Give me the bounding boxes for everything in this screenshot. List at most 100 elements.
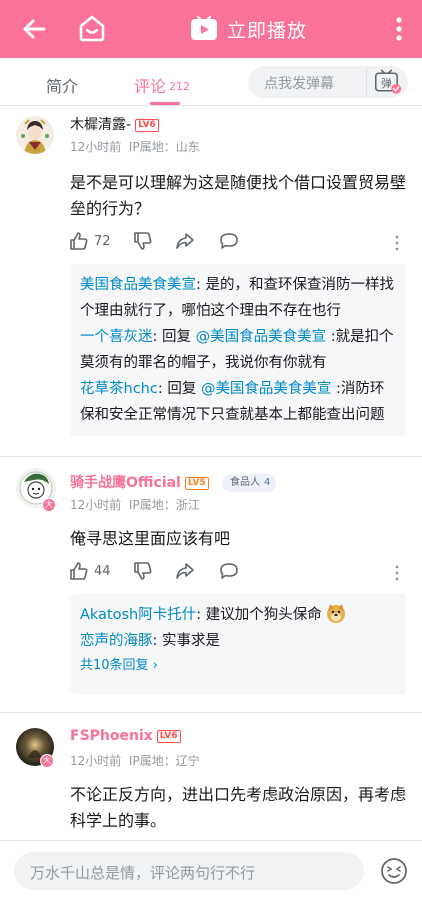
username-text: 骑手战鹰Official [70, 475, 181, 491]
comment-content: 是不是可以理解为这是随便找个借口设置贸易壁垒的行为？ [70, 173, 407, 218]
share-icon [176, 233, 194, 249]
comment-more-icon[interactable] [394, 234, 400, 252]
svg-text:弹: 弹 [381, 77, 392, 90]
reply-text: 实事求是 [162, 633, 220, 649]
like-count: 44 [94, 563, 111, 579]
reply-button[interactable] [218, 560, 240, 582]
play-now-button[interactable]: 立即播放 [190, 14, 307, 44]
comment-ip: IP属地：山东 [128, 140, 200, 154]
comment-item: 大 FSPhoenix LV6 12小时前 IP属地：辽宁 不论正反方向，进出口先… [0, 714, 422, 840]
comment-ip: IP属地：浙江 [128, 498, 200, 512]
reply-username[interactable]: Akatosh阿卡托什 [80, 607, 196, 623]
comment-divider [0, 456, 422, 457]
comment-meta: 12小时前 IP属地：山东 [70, 138, 200, 155]
play-now-label: 立即播放 [227, 19, 308, 42]
reply-preview-box[interactable]: 美国食品美食美宣: 是的，和查环保查消防一样找个理由就行了，哪怕这个理由不存在也… [70, 264, 406, 436]
comment-more-icon[interactable] [394, 564, 400, 582]
comment-item: 木樨清露- LV6 12小时前 IP属地：山东 是不是可以理解为这是随便找个借口设… [0, 106, 422, 456]
reply-prefix: 回复 [167, 381, 201, 397]
comment-username[interactable]: 骑手战鹰Official LV5 [70, 472, 209, 492]
comment-input-bar: 万水千山总是情，评论两句行不行 [0, 840, 422, 900]
like-count: 72 [94, 233, 111, 249]
reply-username[interactable]: 花草茶hchc [80, 381, 158, 397]
fan-medal-level: 4 [264, 477, 271, 488]
comment-actions: 72 [68, 230, 408, 256]
reply-mention[interactable]: @美国食品美食美宣 [201, 381, 332, 397]
vip-badge-icon: 大 [42, 498, 56, 512]
share-button[interactable] [174, 230, 196, 252]
top-bar: 立即播放 [0, 0, 422, 58]
danmaku-toggle-icon[interactable]: 弹 [366, 68, 404, 96]
video-play-icon [191, 16, 217, 40]
fan-medal-label: 食品人 [230, 477, 260, 488]
reply-sep: : [152, 329, 162, 345]
comment-item: 大 骑手战鹰Official LV5 食品人 4 12小时前 IP属地：浙江 俺寻思… [0, 458, 422, 712]
comment-ip: IP属地：辽宁 [128, 754, 200, 768]
dislike-button[interactable] [132, 230, 154, 252]
emoji-icon[interactable] [380, 857, 408, 885]
comment-divider [0, 712, 422, 713]
reply-sep: : [152, 633, 162, 649]
reply-item[interactable]: 恋声的海豚: 实事求是 [80, 628, 396, 654]
dislike-button[interactable] [132, 560, 154, 582]
reply-mention[interactable]: @美国食品美食美宣 [196, 329, 327, 345]
level-badge: LV6 [135, 119, 159, 132]
comment-input[interactable]: 万水千山总是情，评论两句行不行 [14, 852, 364, 890]
reply-prefix: 回复 [162, 329, 196, 345]
reply-username[interactable]: 恋声的海豚 [80, 633, 153, 649]
danmaku-input[interactable]: 点我发弹幕 弹 [248, 66, 408, 98]
comment-time: 12小时前 [70, 140, 122, 154]
thumbs-down-icon [134, 232, 152, 250]
comment-input-placeholder: 万水千山总是情，评论两句行不行 [30, 864, 256, 882]
level-badge: LV6 [156, 730, 181, 743]
chat-bubble-icon [220, 563, 238, 579]
reply-item[interactable]: 一个喜灰迷: 回复 @美国食品美食美宣 :就是扣个莫须有的罪名的帽子，我说你有你… [80, 324, 396, 376]
thumbs-up-icon [70, 232, 88, 250]
reply-sep: : [196, 277, 206, 293]
view-all-replies-link[interactable]: 共10条回复 › [80, 654, 396, 678]
active-tab-indicator [150, 102, 180, 105]
reply-item[interactable]: Akatosh阿卡托什: 建议加个狗头保命 [80, 602, 396, 628]
thumbs-up-icon [70, 562, 88, 580]
level-badge: LV5 [184, 477, 209, 490]
reply-preview-box[interactable]: Akatosh阿卡托什: 建议加个狗头保命 恋声的海豚: 实事求是 共10条回复… [70, 594, 406, 694]
comment-username[interactable]: FSPhoenix LV6 [70, 728, 181, 744]
vip-badge-icon: 大 [40, 754, 54, 768]
tab-comments-label: 评论 [134, 77, 167, 96]
comment-meta: 12小时前 IP属地：浙江 [70, 496, 200, 513]
comment-content: 俺寻思这里面应该有吧 [70, 529, 231, 548]
reply-username[interactable]: 一个喜灰迷 [80, 329, 153, 345]
reply-item[interactable]: 美国食品美食美宣: 是的，和查环保查消防一样找个理由就行了，哪怕这个理由不存在也… [80, 272, 396, 324]
reply-item[interactable]: 花草茶hchc: 回复 @美国食品美食美宣 :消防环保和安全正常情况下只查就基本… [80, 376, 396, 428]
comment-content: 不论正反方向，进出口先考虑政治原因，再考虑科学上的事。 [70, 785, 406, 830]
username-text: FSPhoenix [70, 728, 153, 744]
doge-emoji-icon [326, 604, 345, 623]
like-button[interactable]: 44 [68, 560, 111, 582]
share-icon [176, 563, 194, 579]
tab-comments[interactable]: 评论 212 [134, 73, 190, 97]
comment-actions: 44 [68, 560, 408, 586]
avatar[interactable] [16, 116, 54, 154]
tab-intro[interactable]: 简介 [46, 73, 78, 97]
danmaku-placeholder: 点我发弹幕 [264, 76, 334, 92]
reply-button[interactable] [218, 230, 240, 252]
home-icon[interactable] [76, 12, 108, 44]
tab-bar: 简介 评论 212 点我发弹幕 弹 [0, 58, 422, 106]
back-arrow-icon[interactable] [18, 13, 50, 45]
comment-meta: 12小时前 IP属地：辽宁 [70, 752, 200, 769]
share-button[interactable] [174, 560, 196, 582]
reply-sep: : [196, 607, 206, 623]
username-text: 木樨清露- [70, 117, 132, 133]
like-button[interactable]: 72 [68, 230, 111, 252]
thumbs-down-icon [134, 562, 152, 580]
more-options-icon[interactable] [392, 13, 406, 45]
comment-time: 12小时前 [70, 754, 122, 768]
reply-username[interactable]: 美国食品美食美宣 [80, 277, 196, 293]
comment-username[interactable]: 木樨清露- LV6 [70, 114, 159, 134]
comment-count: 212 [169, 80, 191, 93]
fan-medal-badge[interactable]: 食品人 4 [222, 474, 277, 492]
comment-time: 12小时前 [70, 498, 122, 512]
reply-sep: : [157, 381, 168, 397]
chat-bubble-icon [220, 233, 238, 249]
reply-text: 建议加个狗头保命 [205, 607, 322, 623]
